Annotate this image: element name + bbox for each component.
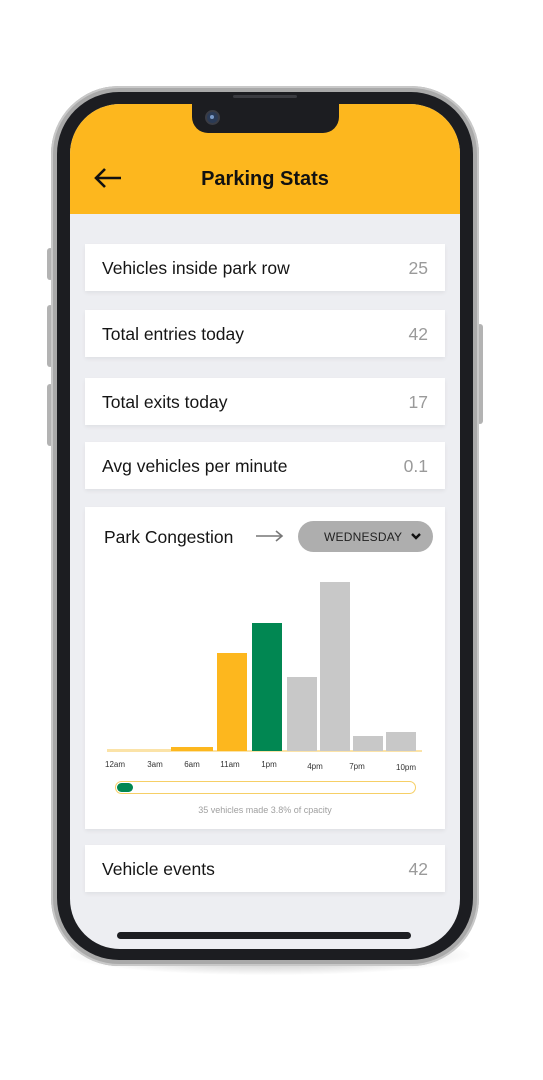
x-tick-label: 6am: [184, 760, 200, 769]
stat-label: Vehicles inside park row: [102, 258, 290, 278]
stat-card-vehicle-events[interactable]: Vehicle events 42: [85, 845, 445, 892]
stat-value: 17: [408, 392, 428, 412]
chart-bar-6am: [171, 747, 213, 751]
stat-card-total-exits: Total exits today 17: [85, 378, 445, 425]
x-tick-label: 10pm: [395, 763, 417, 772]
x-tick-label: 1pm: [261, 760, 277, 769]
x-tick-label: 4pm: [307, 762, 323, 771]
capacity-progress-fill: [117, 783, 133, 792]
stat-label: Total exits today: [102, 392, 228, 412]
chart-bar-7pm: [353, 736, 383, 751]
chart-bar-10pm: [386, 732, 416, 751]
stat-value: 42: [408, 859, 428, 879]
stat-value: 42: [408, 324, 428, 344]
chart-bar-3pm: [287, 677, 317, 751]
x-tick-label: 12am: [104, 760, 126, 769]
capacity-caption: 35 vehicles made 3.8% of cpacity: [198, 805, 332, 815]
chart-bar-12am: [107, 749, 146, 751]
stat-label: Vehicle events: [102, 859, 215, 879]
x-tick-label: 11am: [220, 760, 240, 769]
chart-bar-4pm: [320, 582, 350, 751]
stat-card-vehicles-inside: Vehicles inside park row 25: [85, 244, 445, 291]
front-camera-icon: [207, 112, 218, 123]
x-tick-label: 3am: [147, 760, 163, 769]
stat-value: 0.1: [403, 456, 428, 476]
stat-card-total-entries: Total entries today 42: [85, 310, 445, 357]
stat-label: Total entries today: [102, 324, 245, 344]
chart-bar-11am: [217, 653, 247, 751]
stat-label: Avg vehicles per minute: [102, 456, 288, 476]
congestion-card: Park Congestion WEDNESDAY 12am 3am 6am 11am…: [85, 507, 445, 829]
page-title: Parking Stats: [201, 168, 329, 190]
x-tick-label: 7pm: [349, 762, 365, 771]
chart-bar-3am: [146, 749, 171, 751]
capacity-progress-bar: [115, 781, 416, 794]
app-screen: Parking Stats Vehicles inside park row 2…: [70, 104, 460, 949]
stat-value: 25: [408, 258, 428, 278]
chart-bar-1pm: [252, 623, 282, 751]
home-indicator[interactable]: [117, 932, 411, 939]
earpiece-speaker: [233, 95, 297, 98]
stat-card-avg-per-minute: Avg vehicles per minute 0.1: [85, 442, 445, 489]
